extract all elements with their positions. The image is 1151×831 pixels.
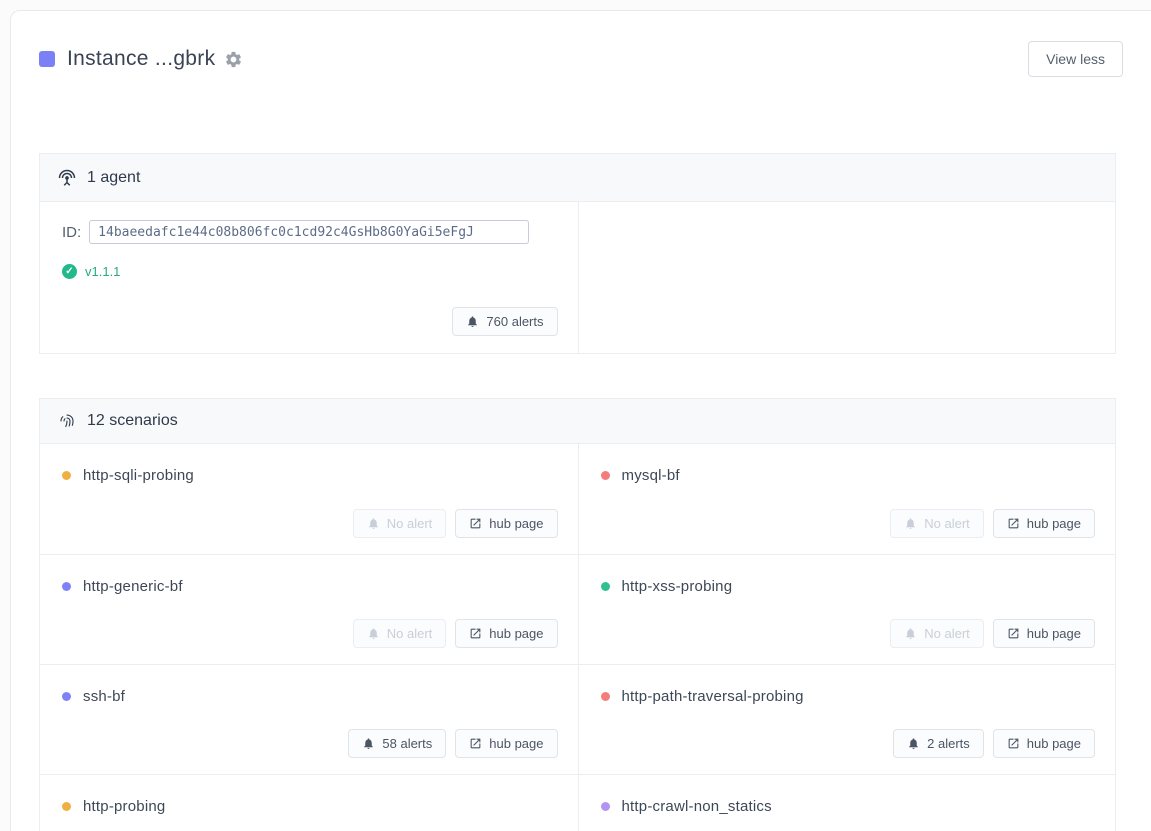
scenario-hub-button[interactable]: hub page [455,619,557,648]
scenario-name: http-generic-bf [83,578,183,595]
agents-panel: 1 agent ID: ✓ v1.1.1 760 alerts [39,153,1116,354]
scenario-alert-button[interactable]: No alert [890,509,984,538]
external-link-icon [469,517,482,530]
antenna-icon [58,169,76,187]
scenario-hub-button[interactable]: hub page [993,509,1095,538]
check-circle-icon: ✓ [62,264,77,279]
agents-panel-header: 1 agent [40,154,1115,202]
agents-panel-title: 1 agent [87,169,140,187]
scenario-cell: http-crawl-non_statics [578,774,1116,831]
scenario-hub-label: hub page [489,736,543,751]
external-link-icon [469,737,482,750]
agent-id-label: ID: [62,224,81,241]
scenario-hub-button[interactable]: hub page [455,509,557,538]
scenario-name: ssh-bf [83,688,125,705]
scenario-hub-button[interactable]: hub page [993,729,1095,758]
scenario-alert-label: No alert [924,516,970,531]
agent-cell-empty [578,202,1116,354]
scenario-status-dot [62,582,71,591]
scenario-alert-button[interactable]: No alert [353,619,447,648]
scenario-cell: http-xss-probing No alert hub page [578,554,1116,664]
page-title: Instance ...gbrk [67,47,215,71]
agent-version: v1.1.1 [85,264,120,279]
bell-icon [362,737,375,750]
agent-alerts-label: 760 alerts [486,314,543,329]
bell-icon [907,737,920,750]
scenario-name: http-probing [83,798,165,815]
bell-icon [904,627,917,640]
scenario-name: http-crawl-non_statics [622,798,772,815]
scenario-hub-label: hub page [1027,736,1081,751]
scenario-cell: http-sqli-probing No alert hub page [40,444,578,554]
instance-color-square [39,51,55,67]
card-header: Instance ...gbrk View less [39,39,1123,79]
scenario-alert-label: No alert [387,626,433,641]
scenario-name: mysql-bf [622,467,680,484]
scenarios-panel-header: 12 scenarios [40,399,1115,444]
scenarios-panel: 12 scenarios http-sqli-probing No alert … [39,398,1116,831]
agent-alerts-button[interactable]: 760 alerts [452,307,557,336]
scenario-hub-button[interactable]: hub page [455,729,557,758]
scenario-name: http-sqli-probing [83,467,194,484]
agent-content: ID: ✓ v1.1.1 760 alerts [40,202,1115,354]
bell-icon [466,315,479,328]
scenario-name: http-xss-probing [622,578,733,595]
scenarios-panel-title: 12 scenarios [87,412,178,430]
scenario-alert-button[interactable]: No alert [890,619,984,648]
scenario-alert-button[interactable]: No alert [353,509,447,538]
bell-icon [904,517,917,530]
fingerprint-icon [58,412,76,430]
scenario-status-dot [601,582,610,591]
scenario-hub-label: hub page [1027,626,1081,641]
bell-icon [367,517,380,530]
scenario-cell: http-path-traversal-probing 2 alerts hub… [578,664,1116,774]
scenario-status-dot [601,802,610,811]
agent-id-input[interactable] [89,220,529,244]
external-link-icon [1007,517,1020,530]
scenario-alert-label: No alert [924,626,970,641]
scenario-status-dot [62,692,71,701]
scenario-hub-button[interactable]: hub page [993,619,1095,648]
scenario-status-dot [601,471,610,480]
gear-icon[interactable] [224,50,243,69]
scenario-alert-button[interactable]: 2 alerts [893,729,984,758]
scenario-alert-label: 2 alerts [927,736,970,751]
scenario-hub-label: hub page [489,516,543,531]
scenario-cell: http-probing [40,774,578,831]
external-link-icon [1007,737,1020,750]
scenarios-grid: http-sqli-probing No alert hub page mysq… [40,444,1115,831]
external-link-icon [469,627,482,640]
scenario-cell: mysql-bf No alert hub page [578,444,1116,554]
agent-cell: ID: ✓ v1.1.1 760 alerts [40,202,578,354]
scenario-cell: http-generic-bf No alert hub page [40,554,578,664]
scenario-hub-label: hub page [489,626,543,641]
scenario-status-dot [62,802,71,811]
scenario-name: http-path-traversal-probing [622,688,804,705]
view-less-button[interactable]: View less [1028,41,1123,77]
scenario-alert-label: No alert [387,516,433,531]
scenario-status-dot [62,471,71,480]
external-link-icon [1007,627,1020,640]
scenario-status-dot [601,692,610,701]
instance-card: Instance ...gbrk View less 1 agent ID: ✓… [10,10,1151,831]
bell-icon [367,627,380,640]
scenario-alert-label: 58 alerts [382,736,432,751]
scenario-hub-label: hub page [1027,516,1081,531]
scenario-alert-button[interactable]: 58 alerts [348,729,446,758]
scenario-cell: ssh-bf 58 alerts hub page [40,664,578,774]
